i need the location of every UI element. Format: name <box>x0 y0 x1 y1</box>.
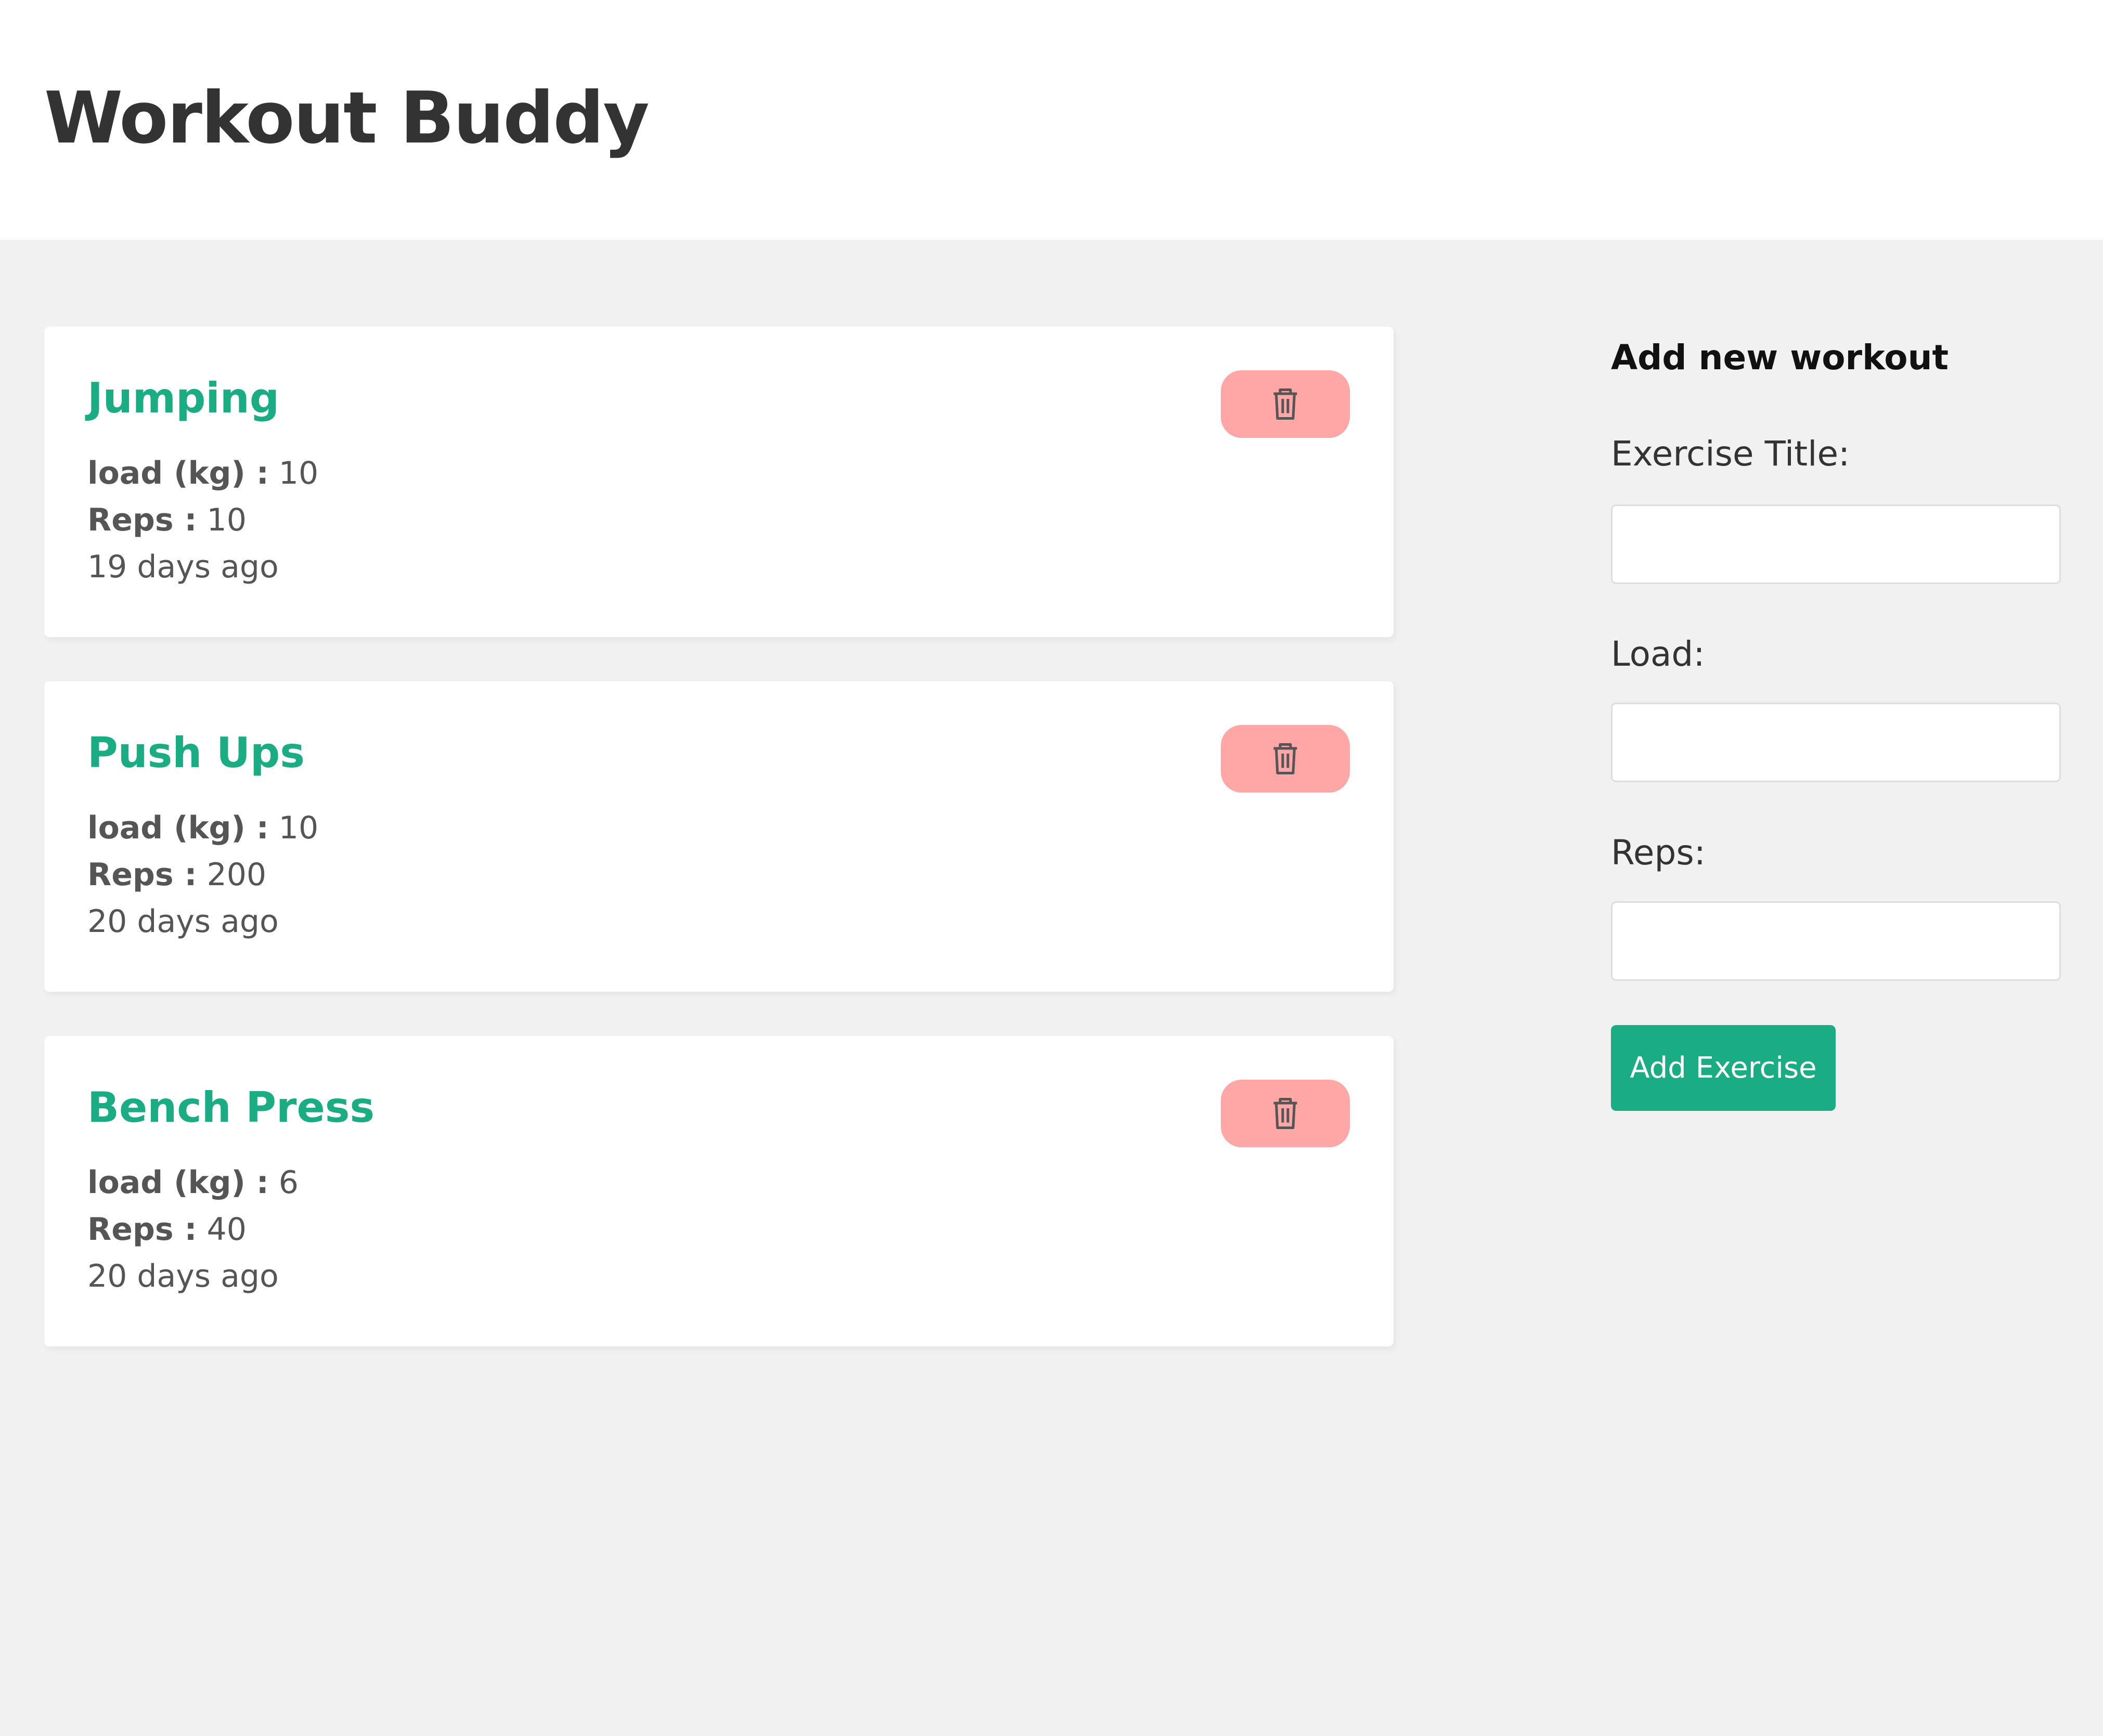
delete-workout-button[interactable] <box>1221 1080 1350 1147</box>
workout-card: Bench Press load (kg) : 6 Reps : 40 20 d… <box>44 1036 1394 1346</box>
form-heading: Add new workout <box>1611 338 1949 378</box>
workout-card: Jumping load (kg) : 10 Reps : 10 19 days… <box>44 327 1394 637</box>
reps-value: 10 <box>207 502 247 538</box>
workout-load: load (kg) : 10 <box>87 809 318 848</box>
load-input[interactable] <box>1611 703 2061 782</box>
reps-label: Reps : <box>87 502 197 538</box>
workout-title: Jumping <box>87 374 279 422</box>
load-value: 10 <box>278 810 319 846</box>
trash-icon <box>1273 743 1297 774</box>
reps-label: Reps: <box>1611 833 1706 873</box>
load-label: load (kg) : <box>87 810 269 846</box>
trash-icon <box>1273 1098 1297 1129</box>
workout-time: 19 days ago <box>87 549 279 585</box>
reps-value: 200 <box>207 857 267 893</box>
exercise-title-input[interactable] <box>1611 504 2061 584</box>
reps-value: 40 <box>207 1211 247 1248</box>
workout-reps: Reps : 10 <box>87 501 247 540</box>
workout-time: 20 days ago <box>87 1258 279 1294</box>
app-title[interactable]: Workout Buddy <box>44 73 650 164</box>
workout-reps: Reps : 200 <box>87 856 266 895</box>
workout-reps: Reps : 40 <box>87 1210 247 1249</box>
load-label: Load: <box>1611 634 1705 674</box>
reps-label: Reps : <box>87 857 197 893</box>
delete-workout-button[interactable] <box>1221 370 1350 438</box>
load-value: 6 <box>278 1164 299 1201</box>
workout-time: 20 days ago <box>87 903 279 940</box>
load-label: load (kg) : <box>87 455 269 491</box>
workout-title: Bench Press <box>87 1083 375 1132</box>
delete-workout-button[interactable] <box>1221 725 1350 793</box>
trash-icon <box>1273 388 1297 420</box>
workout-load: load (kg) : 6 <box>87 1163 299 1202</box>
workout-card: Push Ups load (kg) : 10 Reps : 200 20 da… <box>44 681 1394 992</box>
exercise-title-label: Exercise Title: <box>1611 434 1850 474</box>
reps-input[interactable] <box>1611 901 2061 981</box>
add-exercise-button[interactable]: Add Exercise <box>1611 1025 1836 1111</box>
app-header: Workout Buddy <box>0 0 2103 240</box>
load-value: 10 <box>278 455 319 491</box>
workout-load: load (kg) : 10 <box>87 454 318 493</box>
workout-title: Push Ups <box>87 729 305 777</box>
reps-label: Reps : <box>87 1211 197 1248</box>
load-label: load (kg) : <box>87 1164 269 1201</box>
